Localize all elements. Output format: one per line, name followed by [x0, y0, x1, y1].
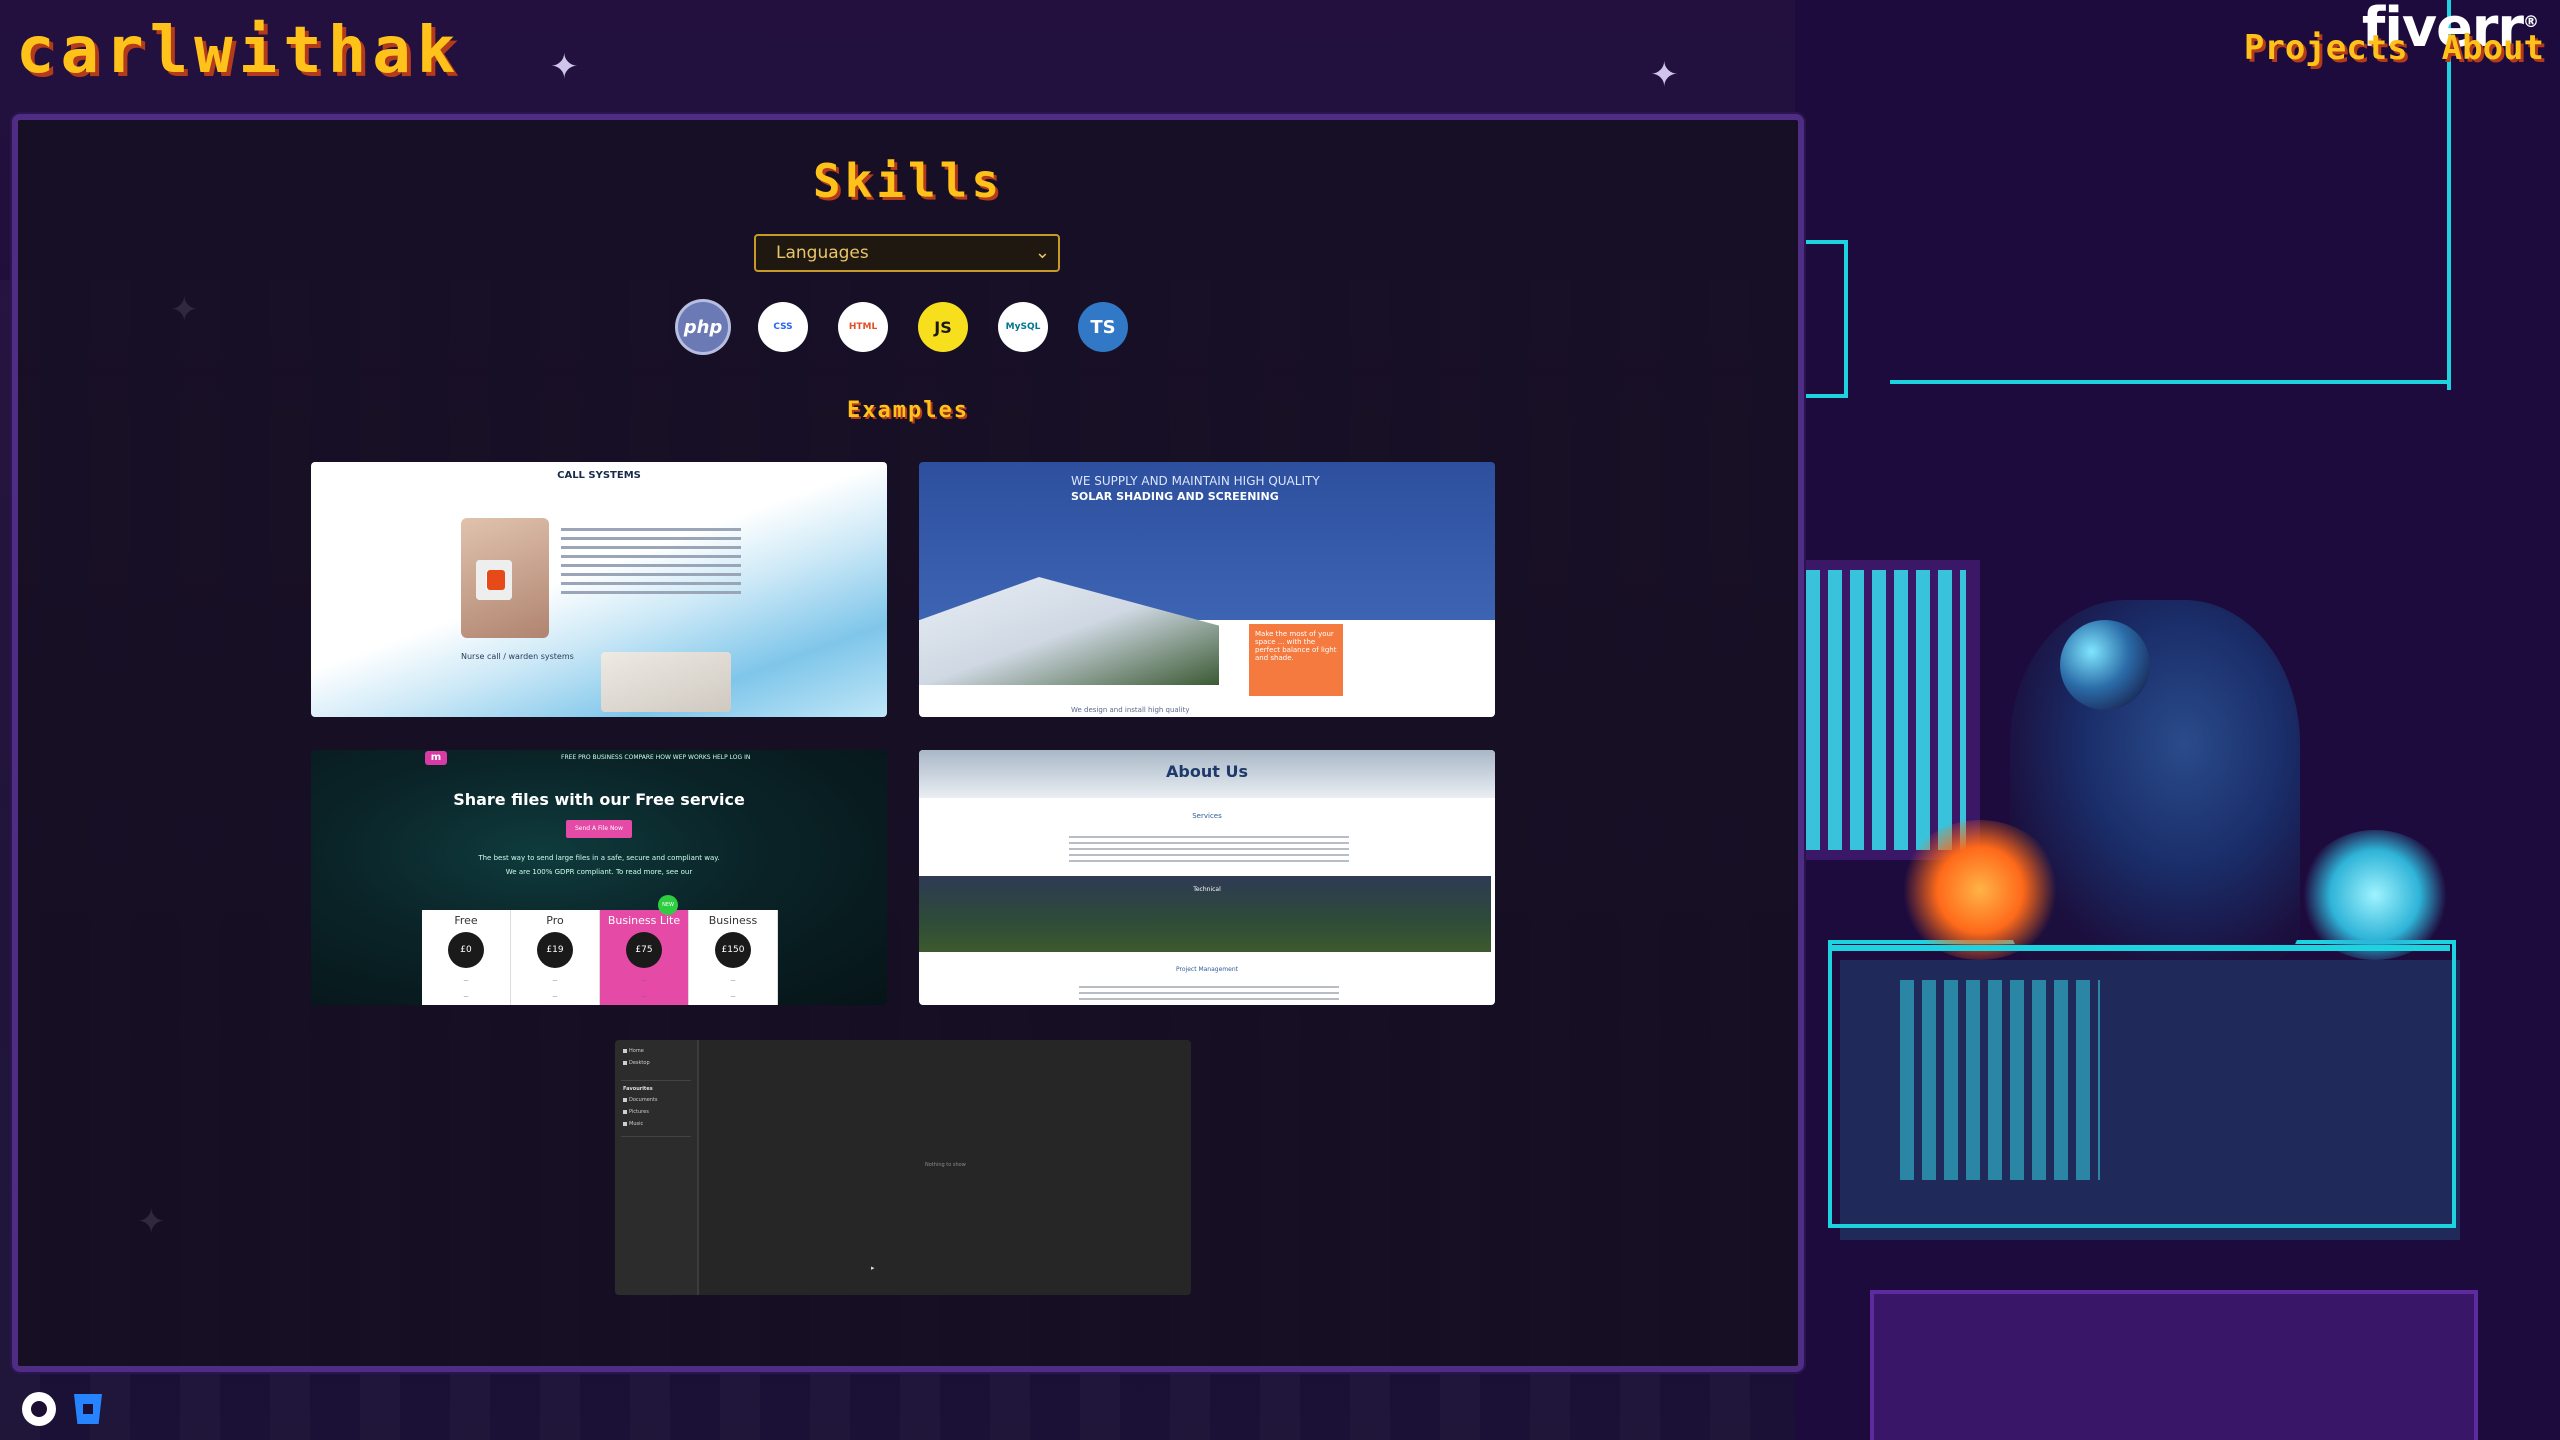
tier-price: £19 [537, 932, 573, 968]
section-services: Services [1192, 812, 1222, 820]
tier-line: — [463, 994, 469, 1000]
tier-line: — [641, 994, 647, 1000]
folder-icon [623, 1122, 627, 1126]
card-title: About Us [1166, 762, 1248, 781]
house-image [919, 577, 1219, 685]
skill-icons: php CSS HTML JS MySQL TS [678, 302, 1128, 352]
tier-line: — [641, 978, 647, 984]
tier-line: — [552, 978, 558, 984]
example-card-about-us[interactable]: About Us Services Technical Project Mana… [919, 750, 1495, 1005]
card-description: The best way to send large files in a sa… [478, 854, 720, 862]
device-image [601, 652, 731, 712]
astronaut-helmet [2060, 620, 2150, 710]
card-headline: Share files with our Free service [453, 790, 745, 809]
php-icon[interactable]: php [678, 302, 728, 352]
content-panel: Skills Languages ⌄ php CSS HTML JS MySQL… [12, 114, 1804, 1372]
section-technical: Technical [1193, 886, 1221, 893]
send-file-button: Send A File Now [566, 820, 632, 838]
tier-free: Free £0 — — [422, 910, 511, 1005]
card-line-1: WE SUPPLY AND MAINTAIN HIGH QUALITY [1071, 474, 1320, 488]
divider [621, 1136, 691, 1137]
bitbucket-icon[interactable] [74, 1394, 102, 1424]
tier-price: £150 [715, 932, 751, 968]
example-card-file-share[interactable]: m FREE PRO BUSINESS COMPARE HOW WEP WORK… [311, 750, 887, 1005]
new-badge: NEW [658, 895, 678, 915]
blue-fire [2300, 830, 2450, 960]
mouse-cursor-icon: ▸ [871, 1264, 875, 1272]
text-lines [1069, 832, 1349, 866]
card-subheading: Nurse call / warden systems [461, 652, 574, 661]
sidebar-item: Home [629, 1048, 644, 1054]
folder-icon [623, 1049, 627, 1053]
top-nav: Projects About [2244, 28, 2544, 68]
card-heading: CALL SYSTEMS [557, 470, 641, 481]
mysql-icon[interactable]: MySQL [998, 302, 1048, 352]
skill-category-select[interactable]: Languages ⌄ [754, 234, 1060, 272]
sidebar-item: Pictures [629, 1109, 649, 1115]
examples-title: Examples [847, 398, 969, 423]
tier-price: £75 [626, 932, 662, 968]
example-card-solar-shading[interactable]: WE SUPPLY AND MAINTAIN HIGH QUALITY SOLA… [919, 462, 1495, 717]
browser-sidebar: Home Desktop Favourites Documents Pictur… [615, 1040, 699, 1295]
select-value: Languages [776, 243, 869, 263]
tier-line: — [730, 978, 736, 984]
tier-name: Pro [546, 914, 564, 927]
red-button-image [487, 570, 505, 590]
star-icon: ✦ [1650, 55, 1679, 95]
nav-projects[interactable]: Projects [2244, 28, 2408, 68]
folder-icon [623, 1110, 627, 1114]
pricing-tiers: Free £0 — — Pro £19 — — Business Lite £7… [422, 910, 778, 1005]
sidebar-item: Documents [629, 1097, 658, 1103]
example-card-file-browser[interactable]: Home Desktop Favourites Documents Pictur… [615, 1040, 1191, 1295]
neon-frame [1828, 940, 2456, 1228]
folder-icon [623, 1098, 627, 1102]
skills-title: Skills [812, 154, 1004, 208]
divider [621, 1080, 691, 1081]
card-line-2: SOLAR SHADING AND SCREENING [1071, 490, 1279, 503]
nav-about[interactable]: About [2442, 28, 2544, 68]
star-icon: ✦ [550, 47, 579, 87]
typescript-icon[interactable]: TS [1078, 302, 1128, 352]
sidebar-item: Desktop [629, 1060, 650, 1066]
example-card-call-systems[interactable]: CALL SYSTEMS Nurse call / warden systems [311, 462, 887, 717]
tier-line: — [463, 978, 469, 984]
console-machine [1870, 1290, 2478, 1440]
footer-icons [22, 1392, 102, 1426]
text-lines [1079, 982, 1339, 1004]
favourites-heading: Favourites [623, 1086, 653, 1092]
tier-name: Business [708, 914, 758, 927]
tier-name: Business Lite [607, 914, 681, 927]
card-footer-text: We design and install high quality [1071, 706, 1190, 714]
github-icon[interactable] [22, 1392, 56, 1426]
tier-pro: Pro £19 — — [511, 910, 600, 1005]
tier-business: Business £150 — — [689, 910, 778, 1005]
neon-tower [1800, 240, 1848, 398]
tier-name: Free [454, 914, 478, 927]
site-nav: FREE PRO BUSINESS COMPARE HOW WEP WORKS … [561, 754, 751, 761]
section-project-management: Project Management [1176, 966, 1238, 973]
javascript-icon[interactable]: JS [918, 302, 968, 352]
lit-windows [1806, 570, 1966, 850]
chevron-down-icon: ⌄ [1034, 242, 1050, 263]
orange-fire [1900, 820, 2060, 960]
callout-box: Make the most of your space ... with the… [1249, 624, 1343, 696]
tier-line: — [552, 994, 558, 1000]
tier-business-lite: Business Lite £75 — — [600, 910, 689, 1005]
empty-message: Nothing to show [925, 1162, 966, 1168]
tier-line: — [730, 994, 736, 1000]
folder-icon [623, 1061, 627, 1065]
brand-logo: m [425, 751, 447, 765]
sidebar-item: Music [629, 1121, 644, 1127]
css3-icon[interactable]: CSS [758, 302, 808, 352]
tier-price: £0 [448, 932, 484, 968]
site-logo[interactable]: carlwithak [16, 14, 461, 88]
railing [1830, 945, 2450, 951]
card-description-2: We are 100% GDPR compliant. To read more… [505, 868, 693, 876]
html5-icon[interactable]: HTML [838, 302, 888, 352]
neon-line [1890, 380, 2450, 394]
text-lines [561, 522, 741, 600]
